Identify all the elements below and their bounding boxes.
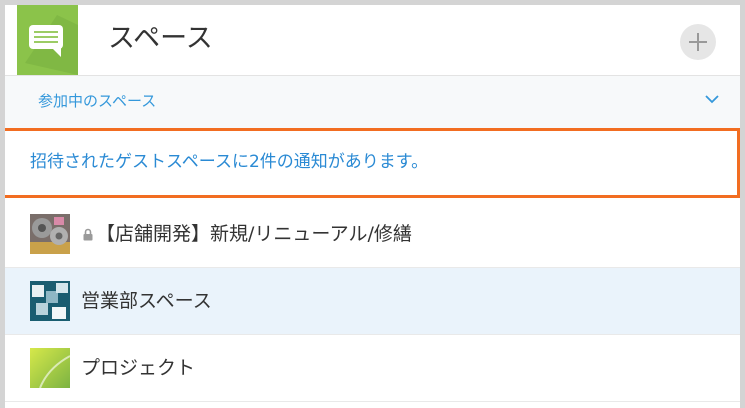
space-filter-dropdown[interactable]: 参加中のスペース xyxy=(5,76,740,129)
gears-thumbnail xyxy=(30,214,70,254)
filter-label: 参加中のスペース xyxy=(38,92,157,110)
space-name: 【店舗開発】新規/リニューアル/修繕 xyxy=(96,223,412,245)
lock-icon xyxy=(83,228,93,241)
add-space-button[interactable] xyxy=(680,24,716,60)
header: スペース xyxy=(5,5,740,76)
space-item-sales-department[interactable]: 営業部スペース xyxy=(5,268,740,335)
space-name: プロジェクト xyxy=(81,357,196,379)
space-item-project[interactable]: プロジェクト xyxy=(5,335,740,402)
page-title: スペース xyxy=(108,23,213,54)
plus-icon xyxy=(689,33,707,51)
space-name: 営業部スペース xyxy=(81,290,212,312)
green-gradient-thumbnail xyxy=(30,348,70,388)
guest-space-notification[interactable]: 招待されたゲストスペースに2件の通知があります。 xyxy=(5,128,740,198)
spaces-panel: スペース 参加中のスペース 招待されたゲストスペースに2件の通知があります。 【… xyxy=(5,5,740,408)
speech-bubble-icon xyxy=(17,5,78,75)
chevron-down-icon xyxy=(705,95,719,104)
notification-text: 招待されたゲストスペースに2件の通知があります。 xyxy=(30,152,429,172)
space-item-store-development[interactable]: 【店舗開発】新規/リニューアル/修繕 xyxy=(5,201,740,268)
cubes-thumbnail xyxy=(30,281,70,321)
